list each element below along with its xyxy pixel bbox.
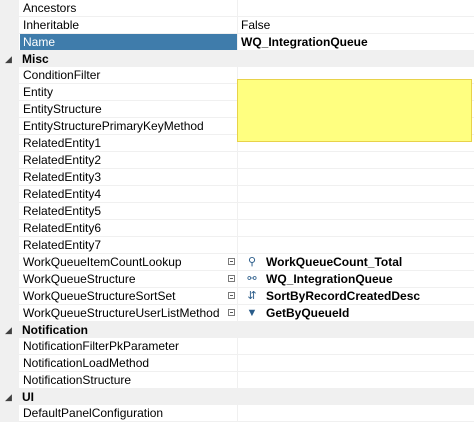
property-name: NotificationFilterPkParameter [23,339,180,353]
structure-icon: ⚯ [247,273,257,285]
highlight-annotation [237,79,472,142]
category-notification[interactable]: ◢ Notification [0,322,474,338]
property-name: RelatedEntity4 [23,187,102,201]
property-row-related-entity5[interactable]: RelatedEntity5 [0,203,474,220]
category-label: Misc [22,52,49,66]
property-name: EntityStructure [23,102,102,116]
filter-method-icon: ▼ [246,307,258,319]
category-ui[interactable]: ◢ UI [0,389,474,405]
property-name: DefaultPanelConfiguration [23,406,164,420]
property-row-notification-filter-pk[interactable]: NotificationFilterPkParameter [0,338,474,355]
property-name: NotificationStructure [23,373,132,387]
property-value[interactable] [238,372,474,388]
collapse-icon[interactable]: ◢ [5,326,13,335]
property-name: ConditionFilter [23,68,101,82]
property-name: NotificationLoadMethod [23,356,150,370]
ellipsis-button-icon[interactable] [228,309,235,316]
collapse-icon[interactable]: ◢ [5,393,13,402]
property-row-notification-structure[interactable]: NotificationStructure [0,372,474,389]
property-name: WorkQueueStructure [23,272,136,286]
property-value[interactable]: GetByQueueId [266,305,349,321]
property-name: WorkQueueStructureUserListMethod [23,306,220,320]
property-row-work-queue-structure[interactable]: WorkQueueStructure ⚯ WQ_IntegrationQueue [0,271,474,288]
property-value[interactable] [238,0,474,16]
property-name: RelatedEntity7 [23,238,102,252]
property-name: RelatedEntity3 [23,170,102,184]
property-row-work-queue-structure-user-list-method[interactable]: WorkQueueStructureUserListMethod ▼ GetBy… [0,305,474,322]
property-row-related-entity6[interactable]: RelatedEntity6 [0,220,474,237]
category-label: UI [22,390,34,404]
property-name: Ancestors [23,1,77,15]
ellipsis-button-icon[interactable] [228,292,235,299]
property-name: EntityStructurePrimaryKeyMethod [23,119,204,133]
property-row-work-queue-item-count-lookup[interactable]: WorkQueueItemCountLookup ⚲ WorkQueueCoun… [0,254,474,271]
ellipsis-button-icon[interactable] [228,258,235,265]
property-name: RelatedEntity2 [23,153,102,167]
collapse-icon[interactable]: ◢ [5,55,13,64]
property-name: RelatedEntity1 [23,136,102,150]
property-grid: Ancestors Inheritable False Name WQ_Inte… [0,0,474,422]
property-value[interactable] [238,203,474,219]
property-name: WorkQueueItemCountLookup [23,255,182,269]
property-value[interactable]: WQ_IntegrationQueue [266,271,393,287]
property-row-related-entity2[interactable]: RelatedEntity2 [0,152,474,169]
property-name: RelatedEntity5 [23,204,102,218]
property-name: RelatedEntity6 [23,221,102,235]
property-name: WorkQueueStructureSortSet [23,289,176,303]
property-value[interactable] [238,355,474,371]
property-value[interactable] [238,338,474,354]
property-value[interactable] [238,405,474,421]
property-row-related-entity4[interactable]: RelatedEntity4 [0,186,474,203]
property-row-notification-load-method[interactable]: NotificationLoadMethod [0,355,474,372]
sort-icon: ⇵ [247,290,257,302]
property-row-ancestors[interactable]: Ancestors [0,0,474,17]
lookup-icon: ⚲ [247,256,257,268]
property-value[interactable] [238,186,474,202]
property-row-name[interactable]: Name WQ_IntegrationQueue [0,34,474,51]
property-value[interactable]: WQ_IntegrationQueue [238,34,474,50]
property-row-related-entity3[interactable]: RelatedEntity3 [0,169,474,186]
property-row-related-entity7[interactable]: RelatedEntity7 [0,237,474,254]
property-value[interactable]: False [238,17,474,33]
property-value[interactable]: SortByRecordCreatedDesc [266,288,420,304]
property-name: Entity [23,85,54,99]
property-value[interactable] [238,169,474,185]
property-row-inheritable[interactable]: Inheritable False [0,17,474,34]
property-name: Name [20,34,237,50]
property-row-default-panel-configuration[interactable]: DefaultPanelConfiguration [0,405,474,422]
property-name: Inheritable [23,18,80,32]
ellipsis-button-icon[interactable] [228,275,235,282]
property-row-work-queue-structure-sort-set[interactable]: WorkQueueStructureSortSet ⇵ SortByRecord… [0,288,474,305]
property-value[interactable] [238,152,474,168]
category-label: Notification [22,323,88,337]
property-value[interactable] [238,220,474,236]
property-value[interactable]: WorkQueueCount_Total [266,254,402,270]
category-misc[interactable]: ◢ Misc [0,51,474,67]
property-value[interactable] [238,237,474,253]
